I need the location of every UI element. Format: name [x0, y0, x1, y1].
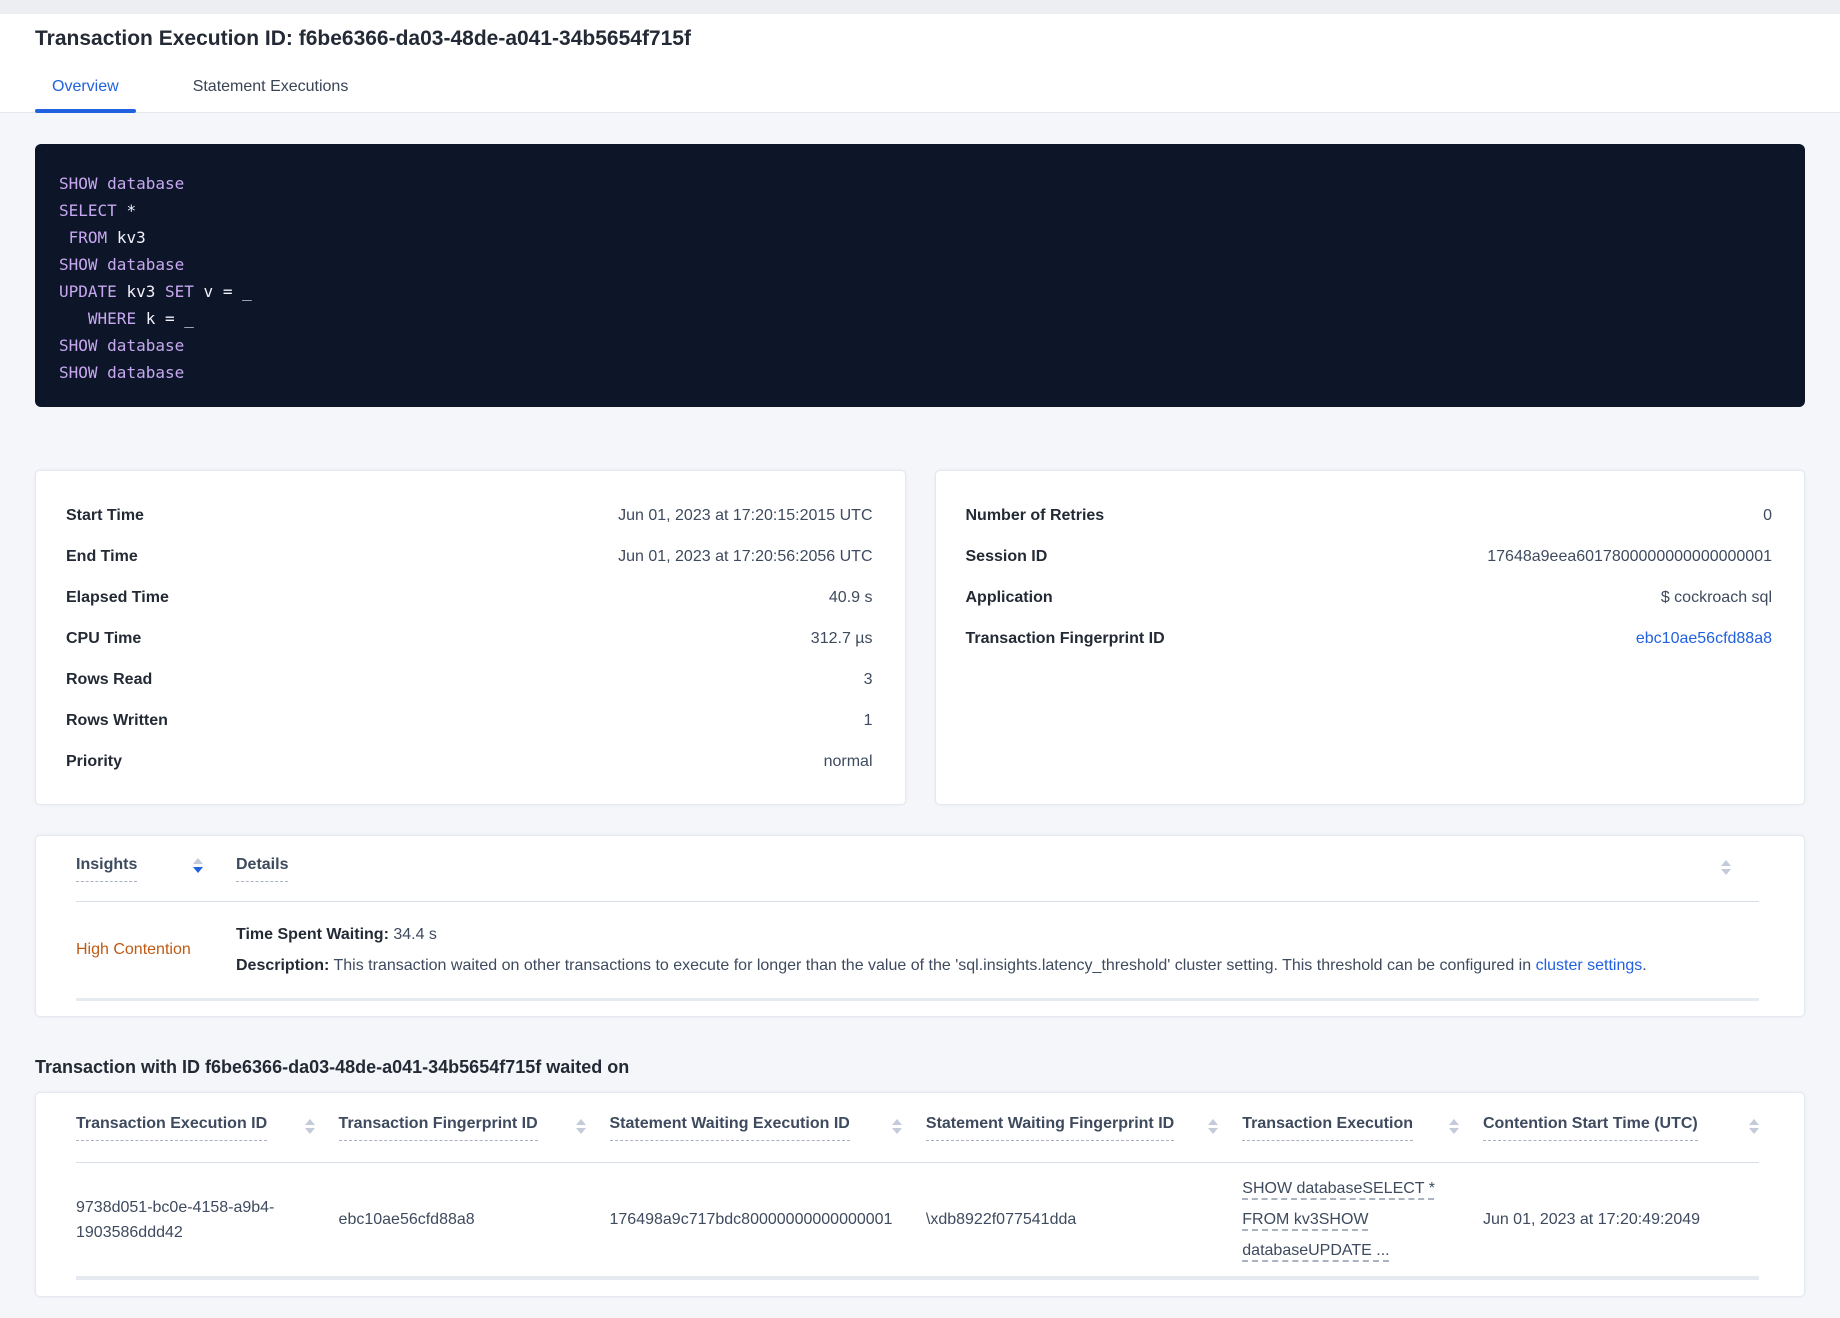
cell-transaction-fingerprint-id: ebc10ae56cfd88a8 — [338, 1211, 475, 1228]
elapsed-time-value: 40.9 s — [828, 588, 873, 606]
priority-value: normal — [823, 752, 873, 770]
session-id-value: 17648a9eea6017800000000000000001 — [1487, 547, 1772, 565]
end-time-label: End Time — [66, 547, 138, 565]
statement-waiting-fingerprint-id-label[interactable]: Statement Waiting Fingerprint ID — [925, 1115, 1175, 1141]
statement-waiting-execution-id-label[interactable]: Statement Waiting Execution ID — [609, 1115, 850, 1141]
cpu-time-value: 312.7 µs — [810, 629, 873, 647]
page-header: Transaction Execution ID: f6be6366-da03-… — [0, 14, 1840, 113]
summary-row-rows-read: Rows Read 3 — [66, 659, 873, 700]
summary-cards-row: Start Time Jun 01, 2023 at 17:20:15:2015… — [35, 470, 1805, 805]
sort-icon-statement-waiting-fingerprint-id[interactable] — [1208, 1118, 1219, 1134]
col-contention-start-time[interactable]: Contention Start Time (UTC) — [1482, 1115, 1759, 1141]
col-statement-waiting-execution-id[interactable]: Statement Waiting Execution ID — [609, 1115, 926, 1141]
txn-fingerprint-link[interactable]: ebc10ae56cfd88a8 — [1636, 630, 1772, 648]
description-period: . — [1642, 957, 1647, 974]
cell-transaction-execution-id: 9738d051-bc0e-4158-a9b4-1903586ddd42 — [76, 1198, 275, 1241]
cluster-settings-link[interactable]: cluster settings — [1536, 957, 1643, 974]
summary-row-start-time: Start Time Jun 01, 2023 at 17:20:15:2015… — [66, 495, 873, 536]
sort-icon-transaction-execution-id[interactable] — [304, 1118, 315, 1134]
description-text: This transaction waited on other transac… — [333, 957, 1536, 974]
sort-icon-transaction-execution[interactable] — [1448, 1118, 1459, 1134]
sort-icon-statement-waiting-execution-id[interactable] — [891, 1118, 902, 1134]
session-id-label: Session ID — [965, 547, 1048, 565]
cell-statement-waiting-fingerprint-id: \xdb8922f077541dda — [925, 1211, 1077, 1228]
insight-details: Time Spent Waiting: 34.4 s Description: … — [236, 919, 1759, 981]
summary-row-cpu-time: CPU Time 312.7 µs — [66, 618, 873, 659]
txn-fingerprint-label: Transaction Fingerprint ID — [965, 629, 1165, 647]
summary-card-right: Number of Retries 0 Session ID 17648a9ee… — [934, 470, 1805, 805]
application-label: Application — [965, 588, 1053, 606]
time-spent-waiting-value: 34.4 s — [393, 926, 437, 943]
rows-written-label: Rows Written — [66, 711, 168, 729]
page-content: SHOW database SELECT * FROM kv3 SHOW datab… — [0, 144, 1840, 1297]
rows-read-label: Rows Read — [66, 670, 153, 688]
time-spent-waiting-line: Time Spent Waiting: 34.4 s — [236, 919, 1759, 950]
transaction-execution-statement-link[interactable]: SHOW databaseSELECT * FROM kv3SHOW datab… — [1242, 1173, 1453, 1266]
tab-bar: Overview Statement Executions — [35, 78, 1805, 113]
waited-on-heading: Transaction with ID f6be6366-da03-48de-a… — [35, 1057, 630, 1077]
start-time-value: Jun 01, 2023 at 17:20:15:2015 UTC — [618, 506, 873, 524]
transaction-execution-label[interactable]: Transaction Execution — [1242, 1115, 1413, 1141]
waited-on-row: 9738d051-bc0e-4158-a9b4-1903586ddd42 ebc… — [76, 1163, 1759, 1276]
sort-icon-transaction-fingerprint-id[interactable] — [575, 1118, 586, 1134]
waited-on-table: Transaction Execution ID Transaction Fin… — [35, 1092, 1805, 1297]
insight-row: High Contention Time Spent Waiting: 34.4… — [76, 902, 1759, 998]
rows-written-value: 1 — [863, 711, 873, 729]
col-transaction-execution[interactable]: Transaction Execution — [1242, 1115, 1483, 1141]
insights-column-label[interactable]: Insights — [76, 856, 138, 882]
insights-row-divider — [76, 998, 1759, 1001]
contention-start-time-label[interactable]: Contention Start Time (UTC) — [1482, 1115, 1698, 1141]
col-transaction-fingerprint-id[interactable]: Transaction Fingerprint ID — [338, 1115, 610, 1141]
retries-value: 0 — [1763, 506, 1772, 524]
retries-label: Number of Retries — [965, 506, 1105, 524]
col-statement-waiting-fingerprint-id[interactable]: Statement Waiting Fingerprint ID — [925, 1115, 1242, 1141]
description-line: Description: This transaction waited on … — [236, 950, 1759, 981]
summary-row-priority: Priority normal — [66, 741, 873, 782]
description-label: Description: — [236, 957, 330, 974]
elapsed-time-label: Elapsed Time — [66, 588, 169, 606]
summary-row-txn-fingerprint: Transaction Fingerprint ID ebc10ae56cfd8… — [966, 618, 1773, 659]
sql-statements: SHOW database SELECT * FROM kv3 SHOW datab… — [35, 144, 1805, 407]
tab-overview[interactable]: Overview — [35, 78, 136, 113]
sort-icon-contention-start-time[interactable] — [1748, 1118, 1759, 1134]
details-column-label[interactable]: Details — [236, 856, 289, 882]
cell-statement-waiting-execution-id: 176498a9c717bdc80000000000000001 — [609, 1211, 893, 1228]
waited-on-row-divider — [76, 1276, 1759, 1280]
summary-card-left: Start Time Jun 01, 2023 at 17:20:15:2015… — [35, 470, 906, 805]
priority-label: Priority — [66, 752, 123, 770]
insights-table-header: Insights Details — [76, 836, 1759, 902]
summary-row-session-id: Session ID 17648a9eea6017800000000000000… — [966, 536, 1773, 577]
start-time-label: Start Time — [66, 506, 144, 524]
summary-row-application: Application $ cockroach sql — [966, 577, 1773, 618]
summary-row-retries: Number of Retries 0 — [966, 495, 1773, 536]
rows-read-value: 3 — [863, 670, 873, 688]
col-transaction-execution-id[interactable]: Transaction Execution ID — [76, 1115, 339, 1141]
transaction-execution-id-label[interactable]: Transaction Execution ID — [76, 1115, 268, 1141]
transaction-fingerprint-id-label[interactable]: Transaction Fingerprint ID — [338, 1115, 538, 1141]
tab-statement-executions[interactable]: Statement Executions — [176, 78, 366, 112]
sort-icon-insights[interactable] — [193, 858, 204, 873]
time-spent-waiting-label: Time Spent Waiting: — [236, 926, 389, 943]
top-strip — [0, 0, 1840, 14]
end-time-value: Jun 01, 2023 at 17:20:56:2056 UTC — [618, 547, 873, 565]
summary-row-end-time: End Time Jun 01, 2023 at 17:20:56:2056 U… — [66, 536, 873, 577]
cpu-time-label: CPU Time — [66, 629, 142, 647]
insights-column-header[interactable]: Insights — [76, 856, 236, 882]
cell-contention-start-time: Jun 01, 2023 at 17:20:49:2049 — [1482, 1211, 1701, 1228]
insight-badge: High Contention — [76, 941, 191, 958]
cell-transaction-execution: SHOW databaseSELECT * FROM kv3SHOW datab… — [1242, 1173, 1483, 1266]
insights-table: Insights Details High Contention Time Sp… — [35, 835, 1805, 1017]
sort-icon-right[interactable] — [1721, 860, 1731, 875]
summary-row-elapsed-time: Elapsed Time 40.9 s — [66, 577, 873, 618]
page-title: Transaction Execution ID: f6be6366-da03-… — [35, 27, 691, 50]
waited-on-table-header: Transaction Execution ID Transaction Fin… — [76, 1093, 1759, 1163]
application-value: $ cockroach sql — [1660, 588, 1772, 606]
summary-row-rows-written: Rows Written 1 — [66, 700, 873, 741]
